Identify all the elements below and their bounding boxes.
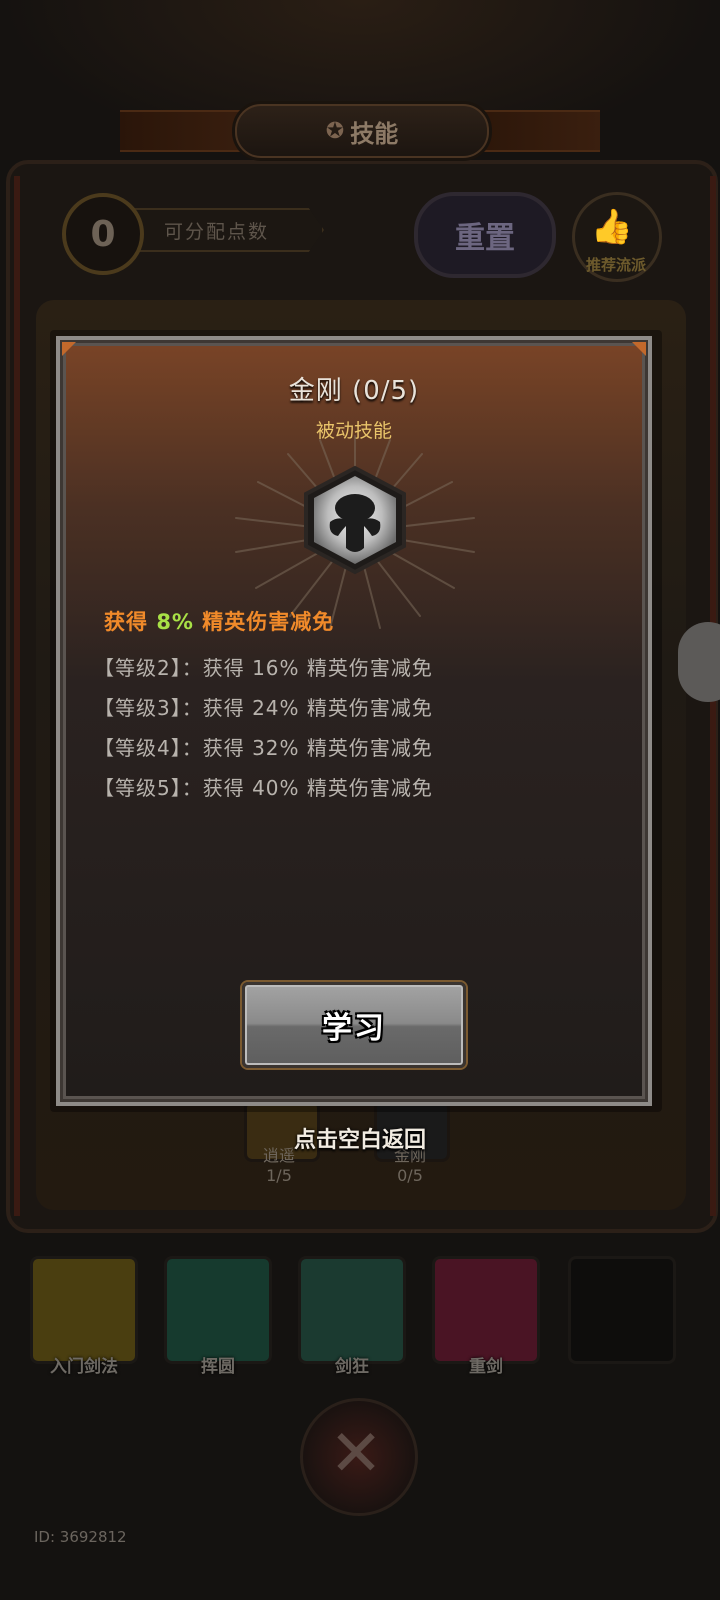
equipped-skill-slot[interactable] (164, 1256, 272, 1364)
tap-blank-to-return[interactable]: 点击空白返回 (0, 1122, 720, 1154)
learn-button[interactable]: 学习 (242, 982, 466, 1068)
reset-button[interactable]: 重置 (414, 192, 556, 278)
user-id: ID: 3692812 (34, 1528, 127, 1546)
skill-description: 获得 8% 精英伤害减免 (104, 606, 334, 636)
corner-ornament (62, 342, 76, 356)
equipped-skill-label: 入门剑法 (50, 1357, 118, 1377)
recommend-label: 推荐流派 (585, 256, 646, 274)
gear-icon: ✪ (325, 118, 345, 144)
description-prefix: 获得 (104, 610, 157, 634)
level-description: 【等级3】：获得 24% 精英伤害减免 (94, 696, 433, 720)
page-title: 技能 (350, 119, 399, 148)
skill-node-level: 1/5 (266, 1166, 292, 1185)
skill-node-level: 0/5 (397, 1166, 423, 1185)
level-description: 【等级5】：获得 40% 精英伤害减免 (94, 776, 433, 800)
crossed-swords-icon: ✕ (329, 1417, 383, 1491)
level-description: 【等级2】：获得 16% 精英伤害减免 (94, 656, 433, 680)
description-value: 8% (156, 610, 194, 634)
equipped-skill-label: 挥圆 (201, 1357, 235, 1377)
equipped-skill-slot[interactable] (298, 1256, 406, 1364)
learn-button-label: 学习 (322, 1011, 386, 1046)
muscle-silhouette-icon (304, 465, 406, 575)
level-description: 【等级4】：获得 32% 精英伤害减免 (94, 736, 433, 760)
thumbs-up-icon: 👍 (590, 207, 634, 247)
equipped-skill-label: 重剑 (469, 1357, 503, 1377)
points-label: 可分配点数 (134, 208, 324, 252)
side-drawer-handle[interactable] (678, 622, 720, 702)
points-value: 0 (62, 193, 144, 275)
skill-title: 金刚 (0/5) (288, 376, 420, 406)
description-suffix: 精英伤害减免 (193, 610, 335, 634)
equipped-skill-slot[interactable] (30, 1256, 138, 1364)
corner-ornament (632, 342, 646, 356)
equipped-skill-slot[interactable] (432, 1256, 540, 1364)
empty-skill-slot[interactable] (568, 1256, 676, 1364)
title-banner: ✪ 技能 (235, 104, 489, 158)
equipped-skill-label: 剑狂 (335, 1357, 369, 1377)
